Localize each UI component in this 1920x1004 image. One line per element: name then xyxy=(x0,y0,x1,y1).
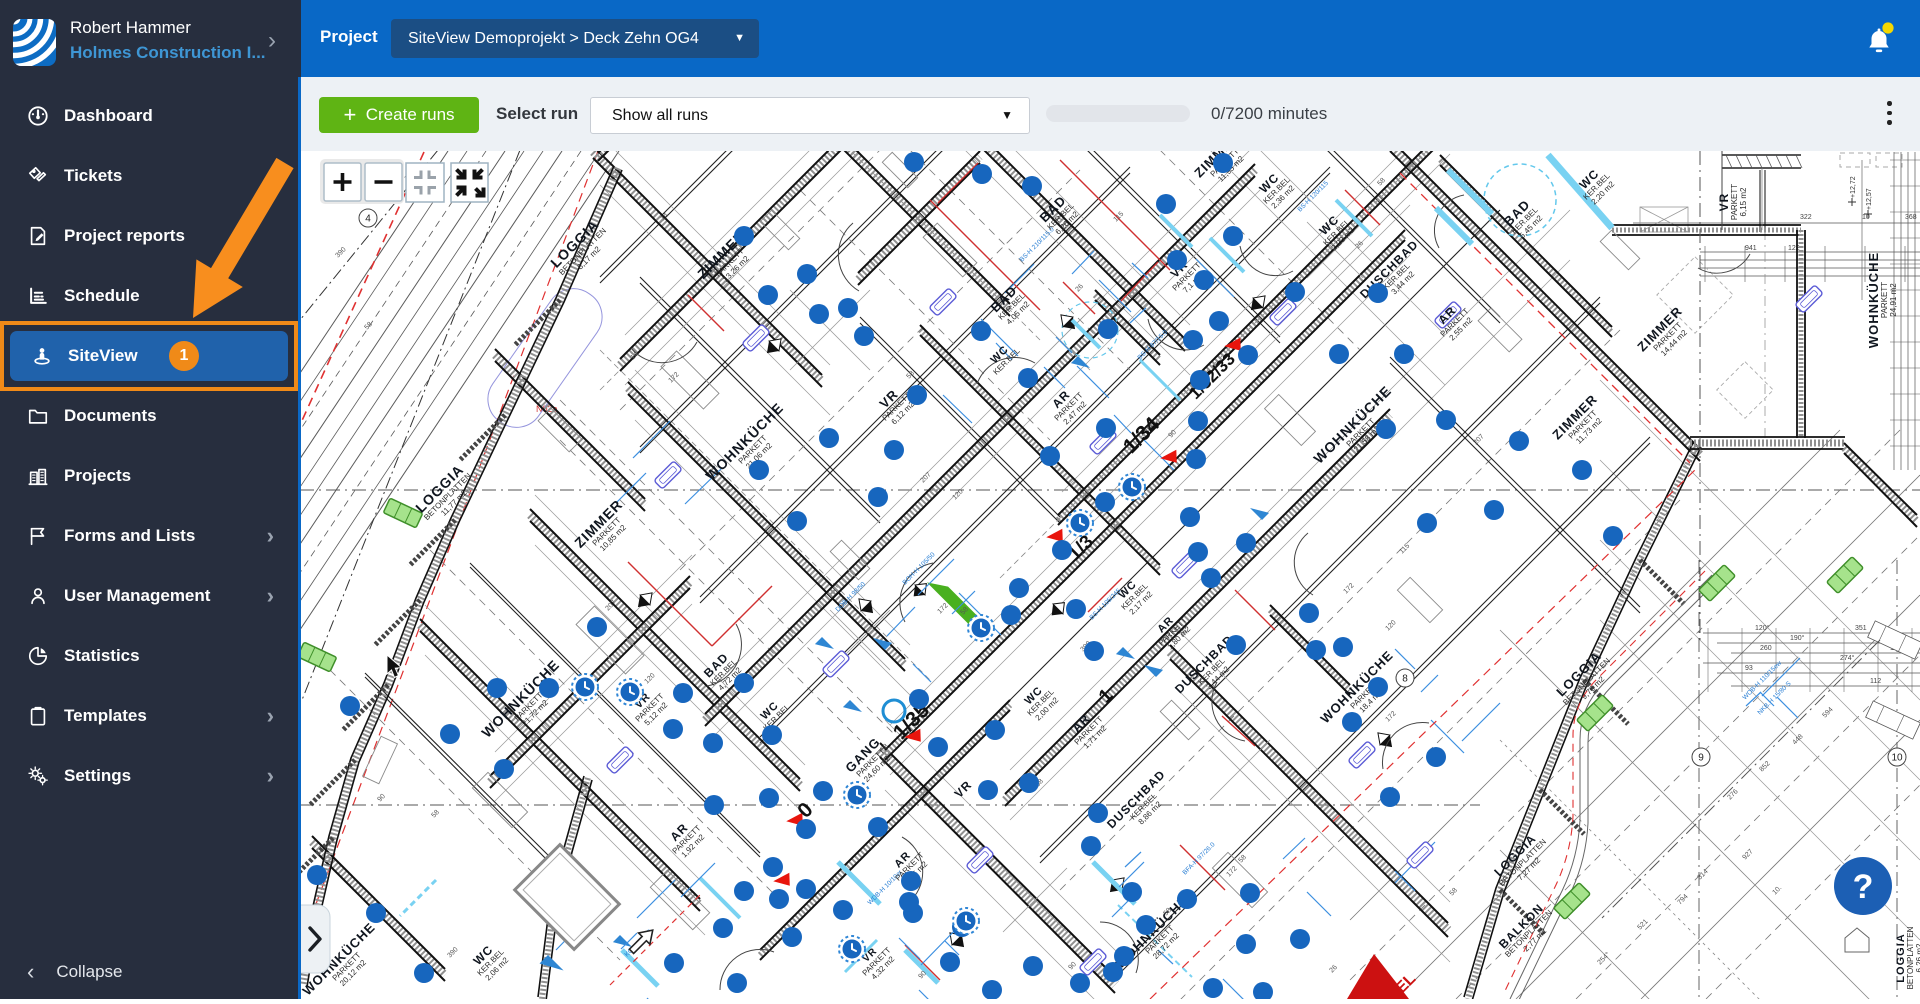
svg-text:24,91 m2: 24,91 m2 xyxy=(1889,283,1898,317)
svg-text:6,15 m2: 6,15 m2 xyxy=(1739,187,1748,216)
svg-text:112: 112 xyxy=(1870,678,1881,685)
svg-text:BETONPLATTEN: BETONPLATTEN xyxy=(1906,926,1915,989)
svg-text:941: 941 xyxy=(1745,245,1757,252)
svg-text:4: 4 xyxy=(365,214,371,225)
svg-text:351: 351 xyxy=(1855,625,1867,632)
svg-text:260: 260 xyxy=(1760,645,1772,652)
svg-text:PARKETT: PARKETT xyxy=(1880,282,1889,318)
svg-text:274°: 274° xyxy=(1840,654,1855,662)
svg-text:122: 122 xyxy=(1788,245,1800,252)
svg-text:322: 322 xyxy=(1800,214,1812,221)
svg-text:10: 10 xyxy=(1891,753,1903,764)
svg-text:WOHNKÜCHE: WOHNKÜCHE xyxy=(1866,252,1881,348)
svg-text:8: 8 xyxy=(1402,674,1408,685)
svg-text:VR: VR xyxy=(1717,193,1731,212)
svg-text:?: ? xyxy=(1853,868,1874,906)
svg-text:120°: 120° xyxy=(1755,624,1770,632)
svg-text:PARKETT: PARKETT xyxy=(1730,184,1739,220)
svg-text:10: 10 xyxy=(1862,214,1870,221)
svg-text:6,26 m2: 6,26 m2 xyxy=(1915,943,1920,972)
svg-text:9: 9 xyxy=(1698,753,1704,764)
svg-text:93: 93 xyxy=(1745,665,1753,672)
svg-text:+12,57: +12,57 xyxy=(1866,188,1873,210)
svg-text:+12,72: +12,72 xyxy=(1850,176,1857,198)
svg-text:190°: 190° xyxy=(1790,634,1805,642)
